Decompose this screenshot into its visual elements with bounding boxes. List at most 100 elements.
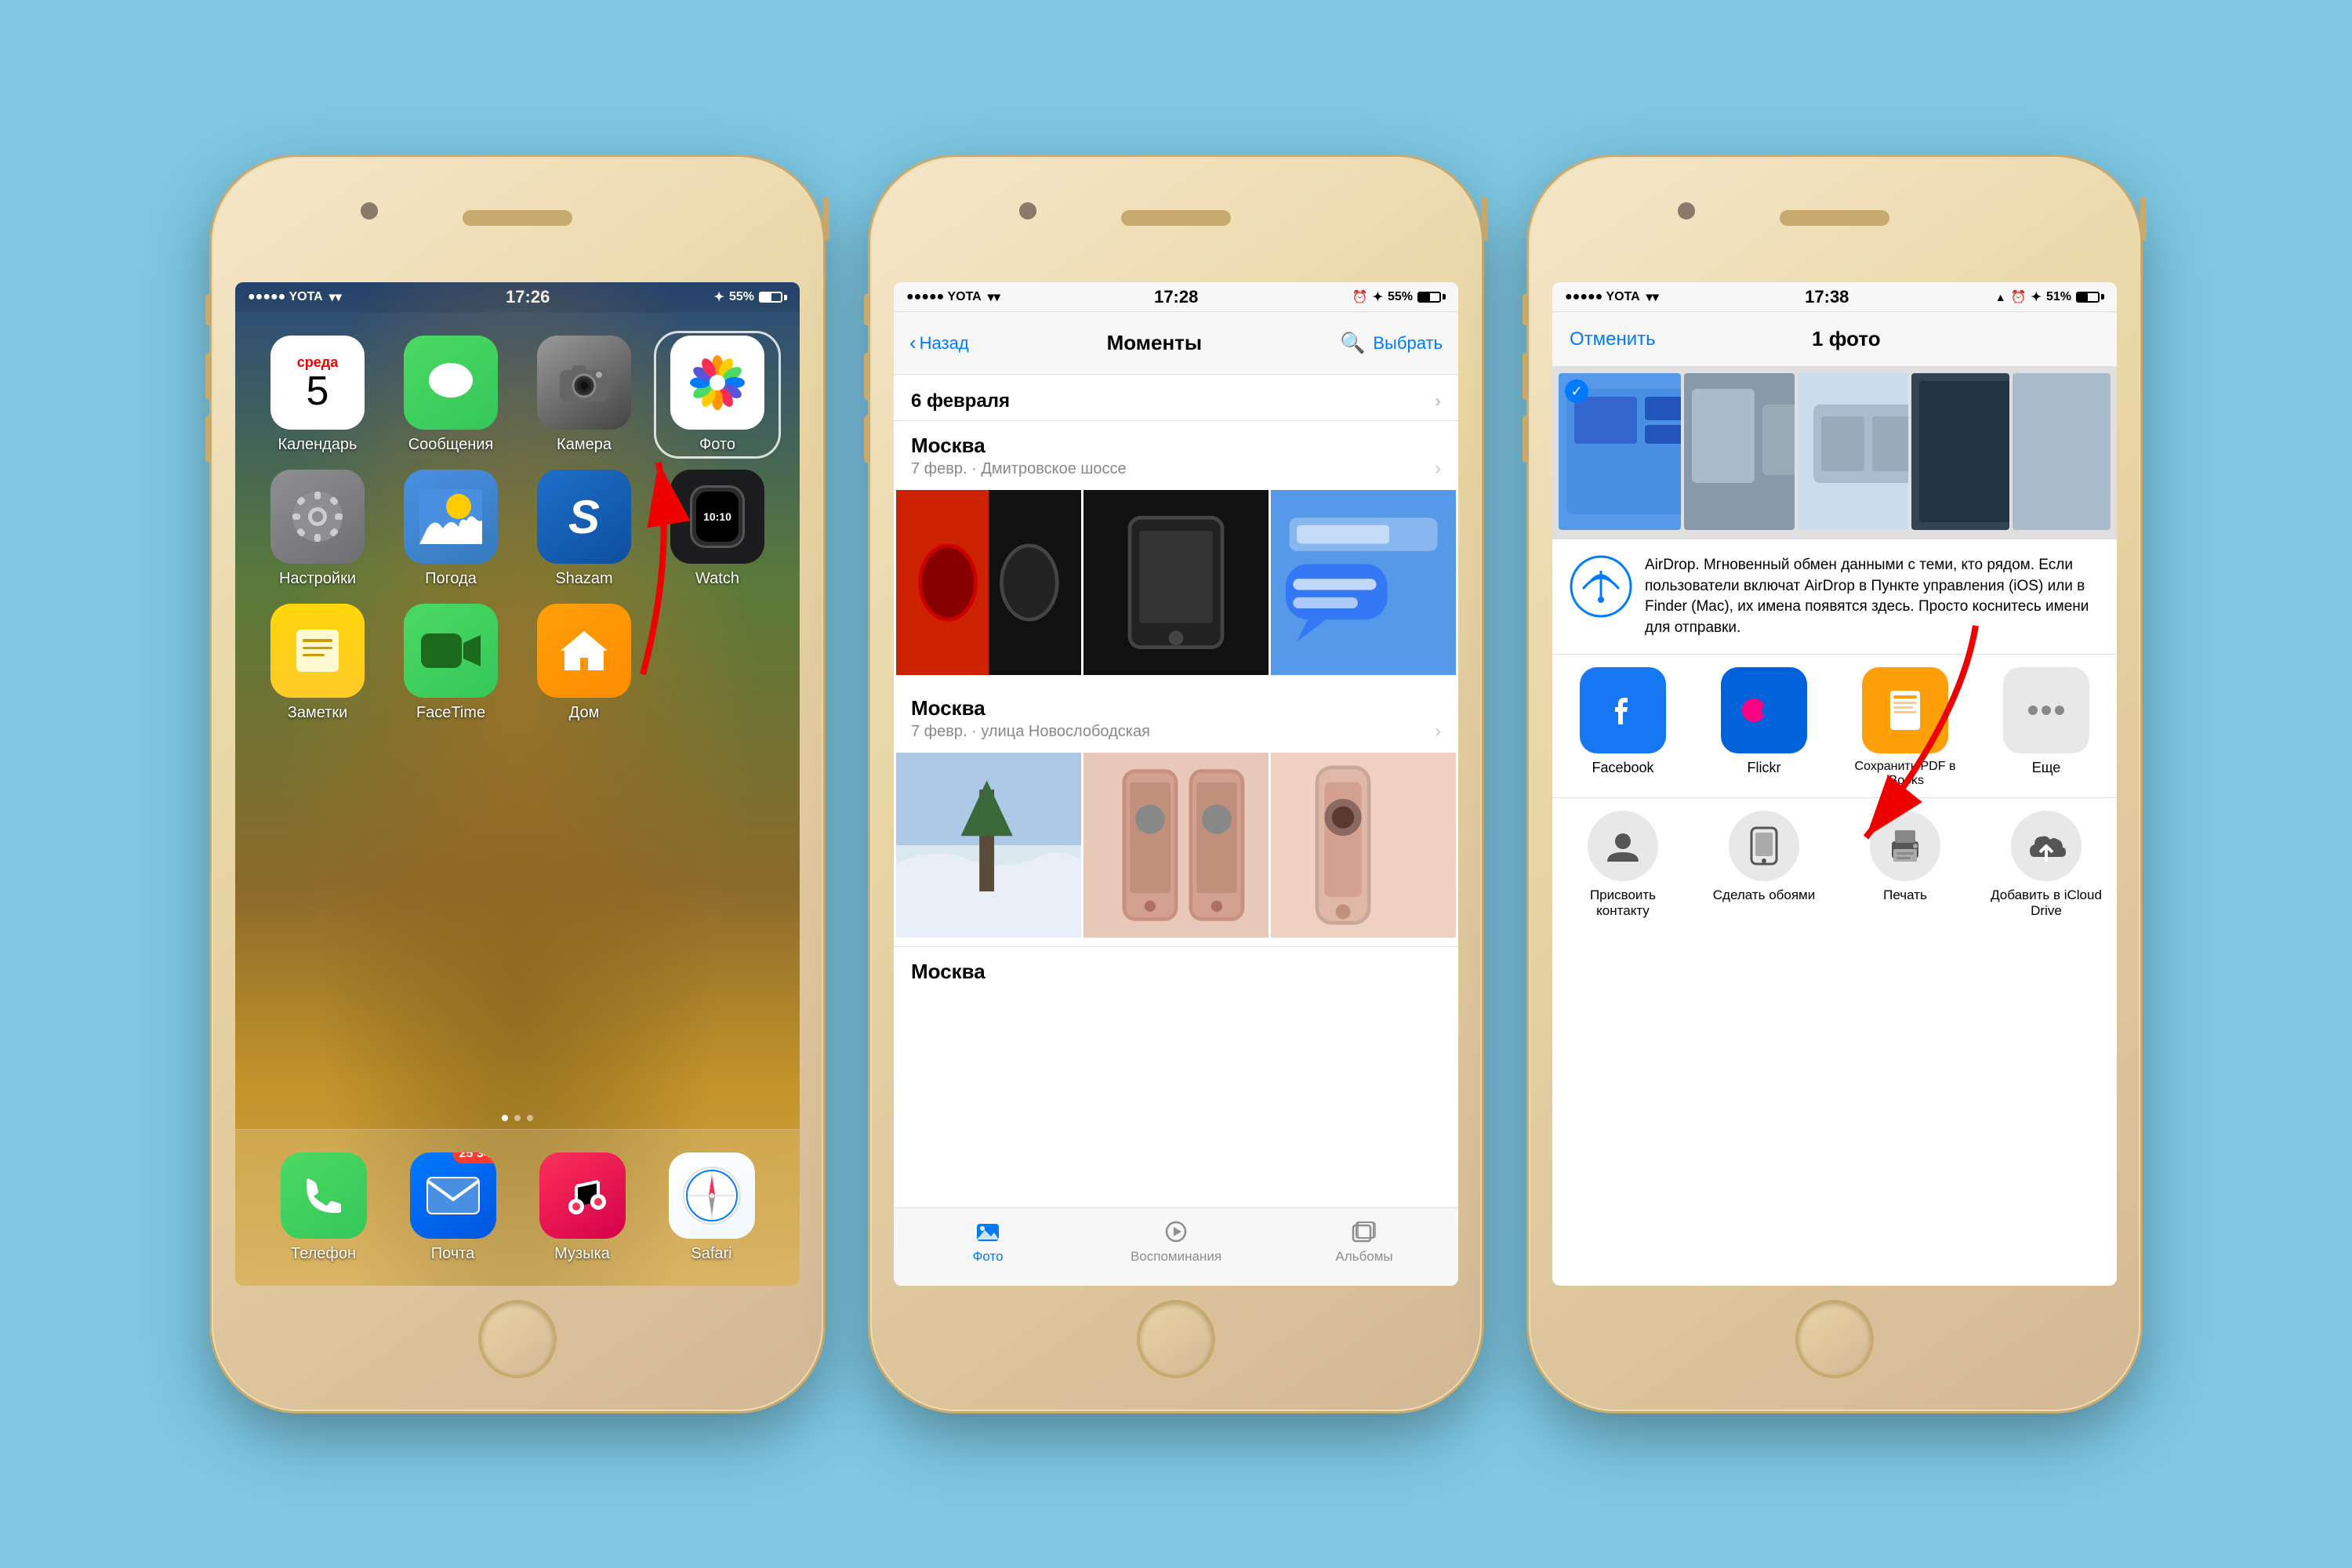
app-watch[interactable]: 10:10 Watch xyxy=(659,470,776,588)
strip-photo-4[interactable] xyxy=(1911,373,2009,530)
phone-mute-btn-1[interactable] xyxy=(205,294,212,325)
share-app-ibooks[interactable]: Сохранить PDF в iBooks xyxy=(1845,667,1966,788)
strip-photo-5[interactable] xyxy=(2013,373,2111,530)
tab-label-photos: Фото xyxy=(972,1249,1003,1265)
share-app-flickr[interactable]: Flickr xyxy=(1704,667,1825,788)
phone-power-btn-3[interactable] xyxy=(2140,198,2147,241)
phone-camera-1 xyxy=(361,202,378,220)
airdrop-section: AirDrop. Мгновенный обмен данными с теми… xyxy=(1552,539,2117,655)
app-notes[interactable]: Заметки xyxy=(259,604,376,722)
photo-strip-3[interactable]: ✓ xyxy=(1552,367,2117,539)
cloud-upload-icon xyxy=(2011,811,2082,881)
alarm-icon-3: ⏰ xyxy=(2011,289,2027,305)
app-shazam[interactable]: S Shazam xyxy=(525,470,643,588)
photos-scroll-area[interactable]: 6 февраля › Москва 7 февр. · Дмитровское… xyxy=(894,375,1458,1207)
location-sub-1: 7 февр. · Дмитровское шоссе xyxy=(911,460,1127,478)
share-action-label-contact: Присвоить контакту xyxy=(1563,887,1684,919)
strip-photo-3[interactable] xyxy=(1798,373,1908,530)
select-btn-2[interactable]: Выбрать xyxy=(1373,333,1443,354)
dock-app-mail[interactable]: 25 340 Почта xyxy=(410,1152,496,1263)
phone-1: ●●●●● YOTA ▾▾ 17:26 ✦ 55% xyxy=(212,157,823,1411)
photo-thumb-screenshot[interactable] xyxy=(1271,490,1456,675)
app-settings[interactable]: Настройки xyxy=(259,470,376,588)
search-icon-2[interactable]: 🔍 xyxy=(1340,331,1365,355)
phone-mute-btn-2[interactable] xyxy=(864,294,870,325)
dock-label-music: Музыка xyxy=(554,1245,610,1263)
phone-home-btn-1[interactable] xyxy=(478,1300,557,1378)
moment-date-arrow-1[interactable]: › xyxy=(1435,390,1441,412)
app-facetime[interactable]: FaceTime xyxy=(392,604,510,722)
battery-text-3: 51% xyxy=(2046,290,2071,304)
photo-thumb-iphone-pink-1[interactable] xyxy=(1083,753,1269,938)
time-display-1: 17:26 xyxy=(506,287,550,307)
page-dot-3 xyxy=(527,1115,533,1121)
phone-screen-3: ●●●●● YOTA ▾▾ 17:38 ▲ ⏰ ✦ 51% xyxy=(1552,282,2117,1286)
app-weather[interactable]: Погода xyxy=(392,470,510,588)
dock-app-music[interactable]: Музыка xyxy=(539,1152,626,1263)
location-arrow-1[interactable]: › xyxy=(1435,458,1441,480)
share-action-wallpaper[interactable]: Сделать обоями xyxy=(1704,811,1825,919)
photo-thumb-iphone-pink-2[interactable] xyxy=(1271,753,1456,938)
app-grid-row3: Заметки FaceTime xyxy=(235,604,800,738)
photo-thumb-snow[interactable] xyxy=(896,753,1081,938)
share-action-contact[interactable]: Присвоить контакту xyxy=(1563,811,1684,919)
share-action-print[interactable]: Печать xyxy=(1845,811,1966,919)
dock-label-phone: Телефон xyxy=(291,1245,356,1263)
nav-back-btn-2[interactable]: ‹ Назад xyxy=(909,331,969,355)
app-home[interactable]: Дом xyxy=(525,604,643,722)
moment-location-2: Москва 7 февр. · улица Новослободская › xyxy=(894,684,1458,747)
phone-mute-btn-3[interactable] xyxy=(1523,294,1529,325)
phone-screen-icon xyxy=(1729,811,1799,881)
carrier-text-3: ●●●●● YOTA xyxy=(1565,290,1640,304)
phone-screen-2: ●●●●● YOTA ▾▾ 17:28 ⏰ ✦ 55% xyxy=(894,282,1458,1286)
tab-albums[interactable]: Альбомы xyxy=(1270,1218,1458,1265)
page-dots-1 xyxy=(502,1115,533,1121)
phone-vol-up-btn-3[interactable] xyxy=(1523,353,1529,400)
share-label-ibooks: Сохранить PDF в iBooks xyxy=(1845,760,1966,788)
phone-speaker-3 xyxy=(1780,210,1889,226)
app-label-messages: Сообщения xyxy=(408,436,494,454)
app-calendar[interactable]: среда 5 Календарь xyxy=(259,336,376,454)
app-camera[interactable]: Камера xyxy=(525,336,643,454)
phone-vol-up-btn-2[interactable] xyxy=(864,353,870,400)
share-action-icloud[interactable]: Добавить в iCloud Drive xyxy=(1986,811,2107,919)
share-label-facebook: Facebook xyxy=(1592,760,1653,776)
page-dot-2 xyxy=(514,1115,521,1121)
location-city-3: Москва xyxy=(911,960,1441,984)
battery-icon-1 xyxy=(759,292,787,303)
phone-home-btn-2[interactable] xyxy=(1137,1300,1215,1378)
wifi-icon-1: ▾▾ xyxy=(329,289,342,305)
person-icon xyxy=(1588,811,1658,881)
phone-home-btn-3[interactable] xyxy=(1795,1300,1874,1378)
phone-vol-up-btn-1[interactable] xyxy=(205,353,212,400)
dock-app-safari[interactable]: Safari xyxy=(669,1152,755,1263)
app-messages[interactable]: Сообщения xyxy=(392,336,510,454)
share-cancel-btn[interactable]: Отменить xyxy=(1570,328,1656,350)
photo-grid-1 xyxy=(894,488,1458,677)
bluetooth-icon-1: ✦ xyxy=(714,289,724,305)
tab-memories[interactable]: Воспоминания xyxy=(1082,1218,1270,1265)
nav-action-2[interactable]: 🔍 Выбрать xyxy=(1340,331,1443,355)
mail-badge: 25 340 xyxy=(453,1152,496,1163)
alarm-icon-2: ⏰ xyxy=(1352,289,1368,305)
strip-photo-1[interactable]: ✓ xyxy=(1559,373,1681,530)
share-app-facebook[interactable]: Facebook xyxy=(1563,667,1684,788)
phone-vol-down-btn-3[interactable] xyxy=(1523,416,1529,463)
phone-power-btn-1[interactable] xyxy=(823,198,829,241)
tab-photos[interactable]: Фото xyxy=(894,1218,1082,1265)
photo-thumb-vr[interactable] xyxy=(896,490,1081,675)
phone-vol-down-btn-1[interactable] xyxy=(205,416,212,463)
share-header-3: Отменить 1 фото xyxy=(1552,312,2117,367)
location-arrow-2[interactable]: › xyxy=(1435,720,1441,742)
share-app-more[interactable]: Еще xyxy=(1986,667,2107,788)
app-grid-row1: среда 5 Календарь Сообщения xyxy=(235,320,800,470)
dock-app-phone[interactable]: Телефон xyxy=(281,1152,367,1263)
tab-label-albums: Альбомы xyxy=(1335,1249,1392,1265)
battery-text-2: 55% xyxy=(1388,290,1413,304)
phone-power-btn-2[interactable] xyxy=(1482,198,1488,241)
photo-thumb-dark[interactable] xyxy=(1083,490,1269,675)
strip-photo-2[interactable] xyxy=(1684,373,1795,530)
phone-vol-down-btn-2[interactable] xyxy=(864,416,870,463)
app-photos[interactable]: Фото xyxy=(659,336,776,454)
app-label-facetime: FaceTime xyxy=(416,704,485,722)
